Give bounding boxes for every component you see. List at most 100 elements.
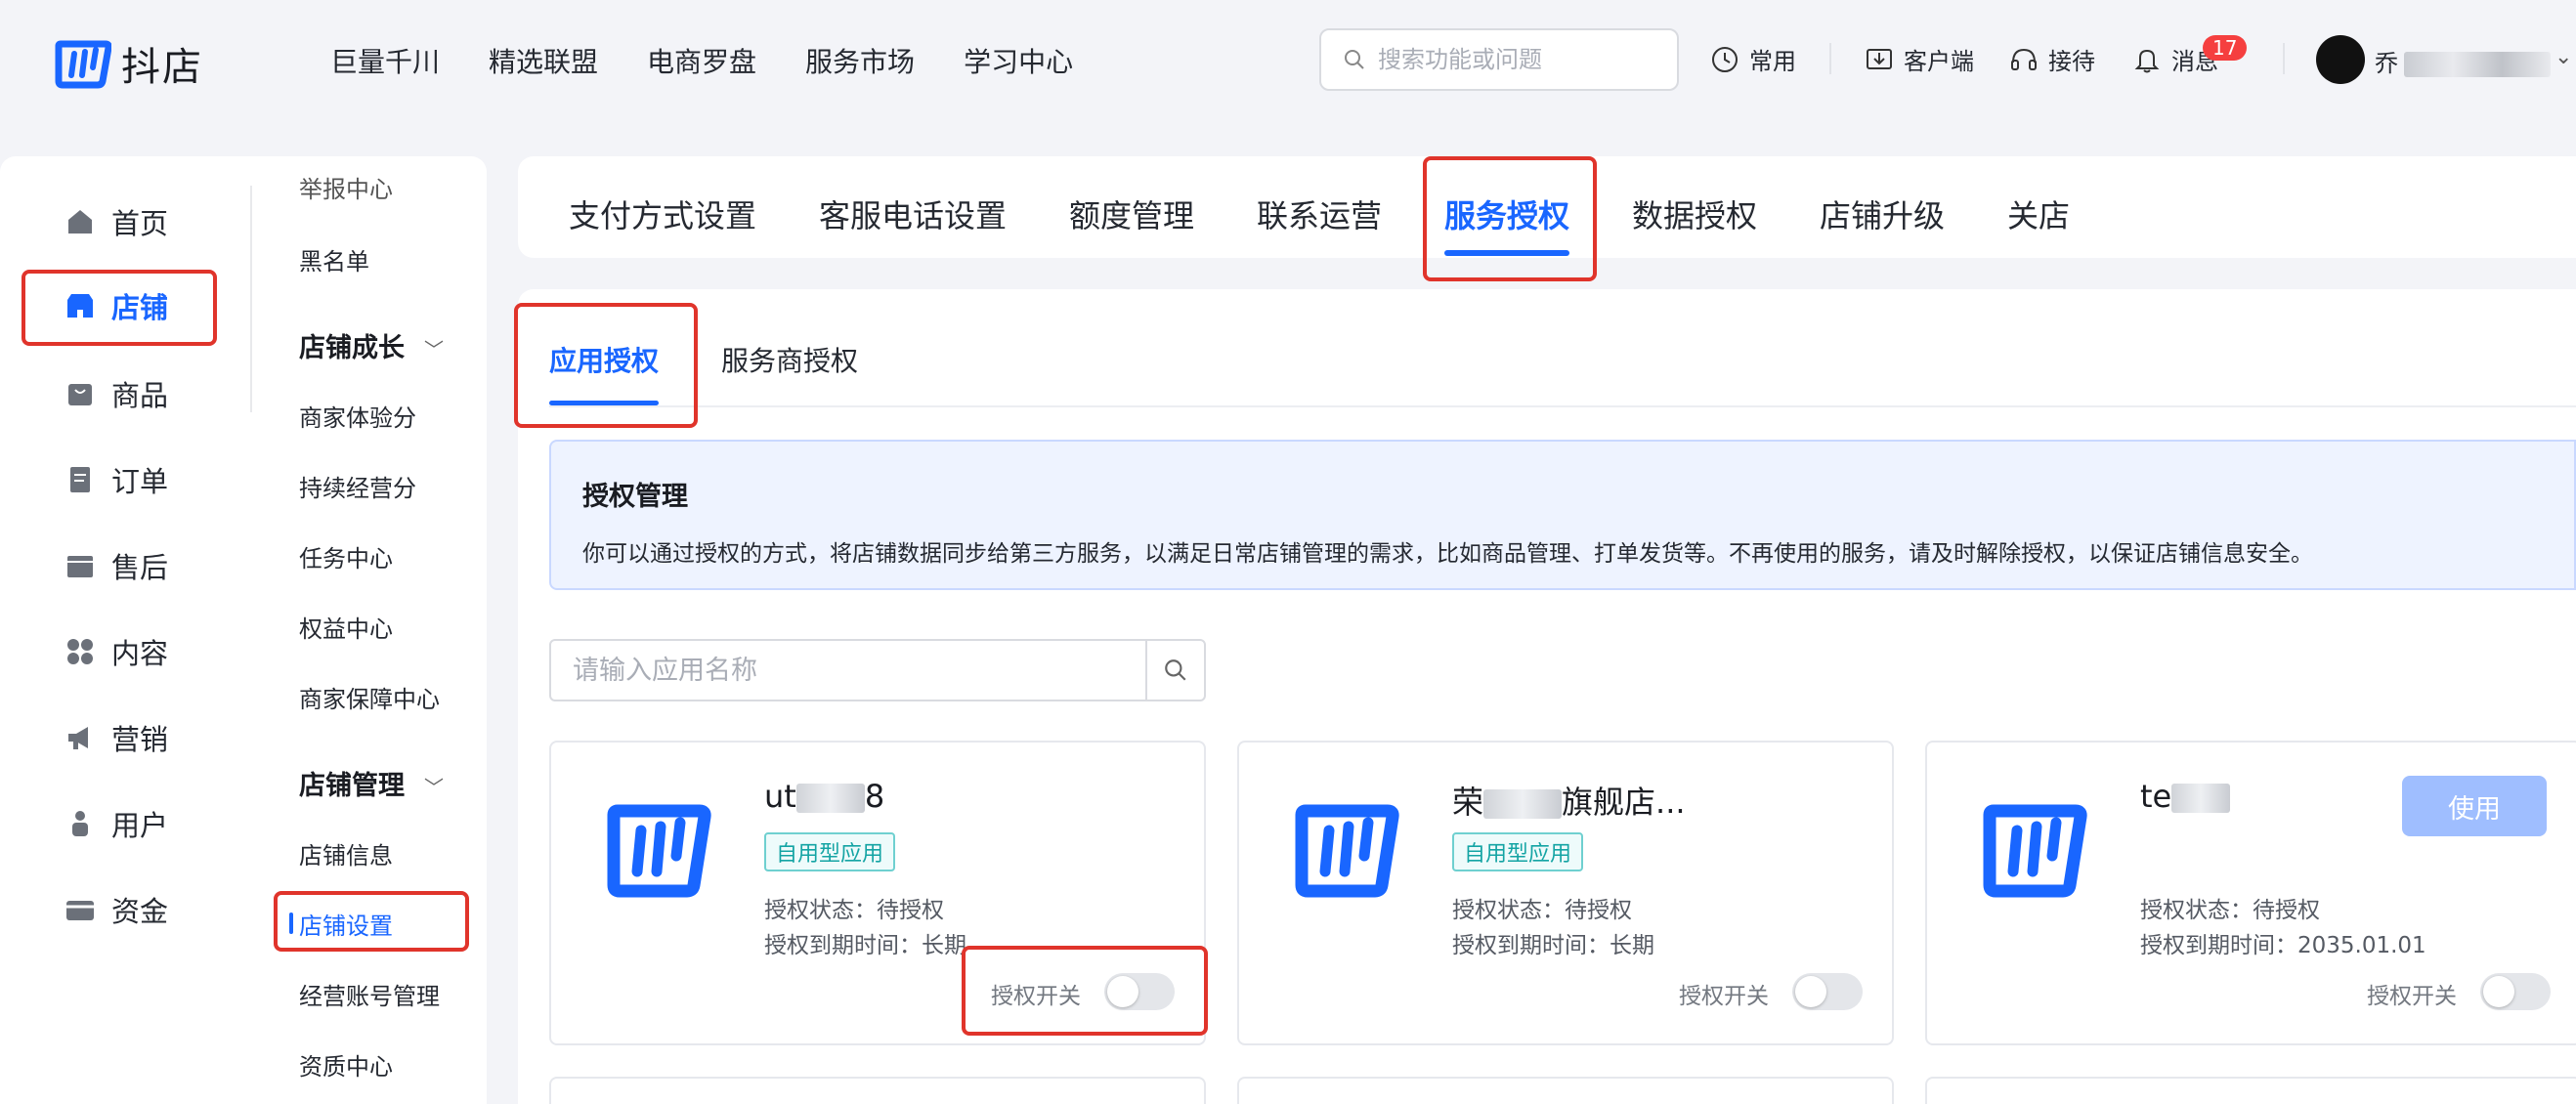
- toggle-knob: [1107, 976, 1138, 1007]
- sidebar-item-after-sale[interactable]: 售后: [64, 545, 168, 586]
- sidebar-group-management[interactable]: 店铺管理 ﹀: [299, 764, 444, 802]
- app-card-partial: [1925, 1077, 2576, 1104]
- auth-toggle[interactable]: [1792, 973, 1863, 1010]
- home-icon: [68, 210, 92, 234]
- sidebar-subitem-accounts[interactable]: 经营账号管理: [299, 977, 440, 1011]
- tab-payment[interactable]: 支付方式设置: [569, 191, 756, 236]
- reception-button[interactable]: 接待: [2009, 42, 2095, 76]
- app-logo-icon: [607, 804, 711, 898]
- topnav-service-market[interactable]: 服务市场: [805, 41, 915, 80]
- app-logo-icon: [1983, 804, 2087, 898]
- auth-toggle[interactable]: [2480, 973, 2551, 1010]
- sidebar-subitem-blacklist[interactable]: 黑名单: [299, 242, 369, 276]
- group-title: 店铺管理: [299, 771, 405, 801]
- reception-label: 接待: [2048, 48, 2095, 75]
- tab-app-auth[interactable]: 应用授权: [549, 340, 659, 379]
- sidebar-item-label: 售后: [111, 551, 169, 584]
- app-card-partial: [549, 1077, 1206, 1104]
- brand-logo[interactable]: 抖店: [55, 35, 203, 92]
- user-menu[interactable]: 乔: [2375, 44, 2551, 78]
- app-name-prefix: ut: [764, 778, 796, 815]
- message-count-badge: 17: [2203, 35, 2248, 61]
- app-search-button[interactable]: [1145, 641, 1204, 700]
- search-icon: [1345, 50, 1364, 69]
- sidebar-item-funds[interactable]: 资金: [64, 889, 168, 930]
- auth-expiry: 授权到期时间：长期: [764, 933, 966, 958]
- content-icon: [67, 639, 93, 664]
- headset-icon: [2011, 48, 2037, 70]
- app-search-input[interactable]: [551, 641, 1145, 700]
- tool-divider: [2283, 43, 2285, 74]
- user-name: 乔: [2375, 50, 2398, 77]
- app-type-tag: 自用型应用: [1452, 832, 1584, 871]
- blurred-text: [2171, 784, 2231, 813]
- global-search-input[interactable]: [1378, 46, 1671, 73]
- global-search[interactable]: [1319, 28, 1679, 91]
- user-icon: [72, 811, 88, 836]
- auth-switch-label: 授权开关: [1679, 984, 1769, 1009]
- topnav-alliance[interactable]: 精选联盟: [489, 41, 598, 80]
- settings-tabs: 支付方式设置 客服电话设置 额度管理 联系运营 服务授权 数据授权 店铺升级 关…: [518, 156, 2576, 258]
- sidebar-item-content[interactable]: 内容: [64, 631, 168, 672]
- app-name-prefix: te: [2140, 778, 2172, 815]
- sidebar-subitem-experience[interactable]: 商家体验分: [299, 399, 416, 433]
- sidebar-subitem-report[interactable]: 举报中心: [299, 170, 393, 204]
- clock-icon: [1712, 46, 1738, 72]
- frequent-button[interactable]: 常用: [1710, 42, 1796, 76]
- sidebar-item-label: 订单: [111, 465, 169, 498]
- avatar[interactable]: [2316, 35, 2365, 84]
- auth-switch-label: 授权开关: [991, 984, 1081, 1009]
- app-type-tag: 自用型应用: [764, 832, 896, 871]
- sidebar-subitem-rights[interactable]: 权益中心: [299, 610, 393, 644]
- sidebar-item-products[interactable]: 商品: [64, 373, 168, 414]
- sidebar-item-users[interactable]: 用户: [64, 803, 168, 844]
- topnav-qianchuan[interactable]: 巨量千川: [330, 41, 440, 80]
- auth-status: 授权状态：待授权: [2140, 898, 2320, 923]
- order-icon: [70, 467, 90, 492]
- toggle-knob: [1795, 976, 1826, 1007]
- active-tab-indicator: [1444, 250, 1569, 256]
- topnav-compass[interactable]: 电商罗盘: [647, 41, 756, 80]
- download-icon: [1867, 48, 1892, 69]
- sidebar-subitem-qualification[interactable]: 资质中心: [299, 1047, 393, 1082]
- tab-contact-ops[interactable]: 联系运营: [1257, 191, 1382, 236]
- client-button[interactable]: 客户端: [1865, 42, 1974, 76]
- sidebar-item-label: 营销: [111, 723, 169, 756]
- auth-status: 授权状态：待授权: [1452, 898, 1632, 923]
- chevron-down-icon: ﹀: [424, 776, 444, 799]
- store-icon: [67, 294, 93, 318]
- auth-expiry: 授权到期时间：长期: [1452, 933, 1654, 958]
- topnav-learning[interactable]: 学习中心: [964, 41, 1073, 80]
- app-name-suffix: 8: [864, 778, 885, 815]
- sidebar-subitem-operation[interactable]: 持续经营分: [299, 469, 416, 503]
- sidebar-subitem-tasks[interactable]: 任务中心: [299, 539, 393, 573]
- chevron-down-icon[interactable]: ⌄: [2555, 45, 2572, 69]
- sidebar-item-marketing[interactable]: 营销: [64, 717, 168, 758]
- sidebar-subitem-store-info[interactable]: 店铺信息: [299, 836, 393, 870]
- sidebar-subitem-store-settings[interactable]: 店铺设置: [289, 907, 393, 941]
- toggle-knob: [2483, 976, 2514, 1007]
- sidebar-group-growth[interactable]: 店铺成长 ﹀: [299, 326, 444, 364]
- app-card: ut 8 自用型应用 授权状态：待授权 授权到期时间：长期 授权开关: [549, 741, 1206, 1045]
- after-sale-icon: [67, 556, 93, 577]
- tab-data-auth[interactable]: 数据授权: [1632, 191, 1757, 236]
- sidebar-item-home[interactable]: 首页: [64, 201, 168, 242]
- notice-title: 授权管理: [582, 482, 688, 512]
- auth-toggle[interactable]: [1104, 973, 1175, 1010]
- active-subtab-indicator: [549, 401, 659, 405]
- sidebar-item-orders[interactable]: 订单: [64, 459, 168, 500]
- tab-provider-auth[interactable]: 服务商授权: [721, 340, 858, 379]
- tab-close-store[interactable]: 关店: [2007, 191, 2070, 236]
- info-notice: 授权管理 你可以通过授权的方式，将店铺数据同步给第三方服务，以满足日常店铺管理的…: [549, 440, 2576, 590]
- use-button[interactable]: 使用: [2402, 776, 2547, 836]
- subtab-baseline: [549, 405, 2576, 407]
- tab-quota[interactable]: 额度管理: [1069, 191, 1194, 236]
- sidebar-item-label: 内容: [111, 637, 169, 670]
- sidebar-item-store[interactable]: 店铺: [64, 285, 168, 326]
- tab-service-auth[interactable]: 服务授权: [1444, 191, 1569, 236]
- tab-store-upgrade[interactable]: 店铺升级: [1820, 191, 1945, 236]
- bag-icon: [68, 384, 92, 405]
- app-search: [549, 639, 1206, 701]
- tab-service-phone[interactable]: 客服电话设置: [819, 191, 1007, 236]
- sidebar-subitem-protection[interactable]: 商家保障中心: [299, 680, 440, 714]
